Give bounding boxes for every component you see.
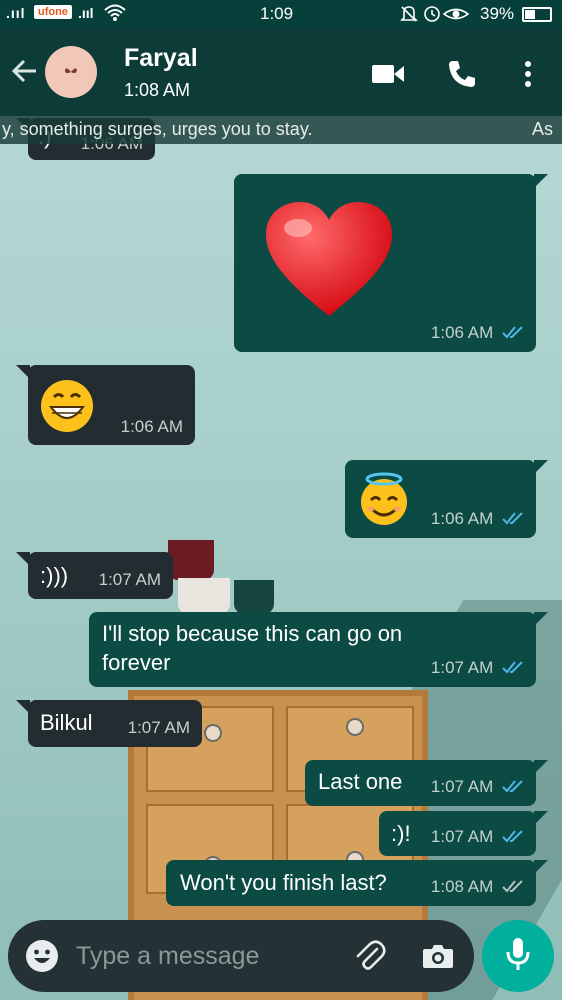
read-receipt-icon <box>502 324 524 344</box>
message-meta: 1:07 AM <box>431 658 524 679</box>
message-time: 1:06 AM <box>120 417 183 436</box>
message-time: 1:08 AM <box>430 877 494 897</box>
message-text: Last one <box>318 769 403 794</box>
message-time: 1:06 AM <box>430 509 494 529</box>
status-icons <box>400 4 472 29</box>
message-text: :)! <box>391 821 411 846</box>
read-receipt-icon <box>502 659 524 679</box>
message-bubble-incoming[interactable]: :))) 1:07 AM <box>16 552 173 599</box>
message-meta: 1:07 AM <box>431 777 524 798</box>
emoji-icon[interactable] <box>24 938 60 974</box>
message-time: 1:07 AM <box>430 827 494 847</box>
message-meta: 1:08 AM <box>431 877 524 898</box>
message-meta: 1:06 AM <box>431 509 524 530</box>
heart-emoji <box>264 200 394 323</box>
wifi-icon <box>104 3 126 28</box>
smiling-face-with-halo-emoji <box>357 472 411 531</box>
marquee-banner: y, something surges, urges you to stay. … <box>0 116 562 144</box>
wallpaper-cup-green <box>234 580 274 614</box>
video-call-icon[interactable] <box>370 56 406 92</box>
message-time: 1:07 AM <box>98 570 161 589</box>
message-bubble-outgoing[interactable]: 1:06 AM <box>345 460 548 538</box>
message-time: 1:07 AM <box>430 658 494 678</box>
message-time: 1:07 AM <box>127 718 190 737</box>
message-text: Bilkul <box>40 710 93 735</box>
read-receipt-icon <box>502 510 524 530</box>
message-bubble-outgoing[interactable]: Won't you finish last? 1:08 AM <box>166 860 548 906</box>
voice-call-icon[interactable] <box>444 56 480 92</box>
message-input[interactable]: Type a message <box>76 942 259 971</box>
read-receipt-icon <box>502 778 524 798</box>
signal-icon: .ııl <box>6 5 26 21</box>
message-bubble-outgoing[interactable]: 1:06 AM <box>234 174 548 352</box>
status-time: 1:09 <box>260 4 294 23</box>
message-time: 1:06 AM <box>430 323 494 343</box>
battery-percent: 39% <box>480 4 515 23</box>
attach-icon[interactable] <box>352 938 388 974</box>
signal-icon-2: .ııl <box>78 5 94 21</box>
mic-icon <box>505 937 531 976</box>
wallpaper-cup-red <box>168 540 214 580</box>
camera-icon[interactable] <box>420 938 456 974</box>
message-meta: 1:07 AM <box>431 827 524 848</box>
message-input-bar: Type a message <box>8 920 474 992</box>
message-bubble-outgoing[interactable]: Last one 1:07 AM <box>305 760 548 806</box>
message-bubble-incoming[interactable]: Bilkul 1:07 AM <box>16 700 202 747</box>
message-text: :))) <box>40 563 69 588</box>
last-seen: 1:08 AM <box>124 80 191 100</box>
grinning-face-emoji <box>40 379 94 438</box>
message-bubble-outgoing[interactable]: I'll stop because this can go on forever… <box>89 612 548 687</box>
status-bar: .ııl ufone .ııl 1:09 39% <box>0 0 562 28</box>
message-text: Won't you finish last? <box>180 870 387 895</box>
battery-icon <box>522 7 552 22</box>
contact-avatar[interactable] <box>45 46 97 98</box>
delivered-receipt-icon <box>502 878 524 898</box>
message-bubble-outgoing[interactable]: :)! 1:07 AM <box>379 811 548 856</box>
contact-name[interactable]: Faryal <box>124 44 198 73</box>
chat-header: Faryal 1:08 AM <box>0 28 562 116</box>
mic-button[interactable] <box>482 920 554 992</box>
wallpaper-cup-white <box>178 578 230 614</box>
message-meta: 1:06 AM <box>431 323 524 344</box>
back-arrow-icon[interactable] <box>10 56 40 94</box>
marquee-trailing: As <box>532 119 554 139</box>
message-text: I'll stop because this can go on forever <box>102 621 403 675</box>
marquee-text: y, something surges, urges you to stay. <box>2 119 313 139</box>
carrier-label: ufone <box>34 5 72 19</box>
read-receipt-icon <box>502 828 524 848</box>
message-bubble-incoming[interactable]: 1:06 AM <box>16 365 195 445</box>
message-time: 1:07 AM <box>430 777 494 797</box>
more-options-icon[interactable] <box>510 56 546 92</box>
